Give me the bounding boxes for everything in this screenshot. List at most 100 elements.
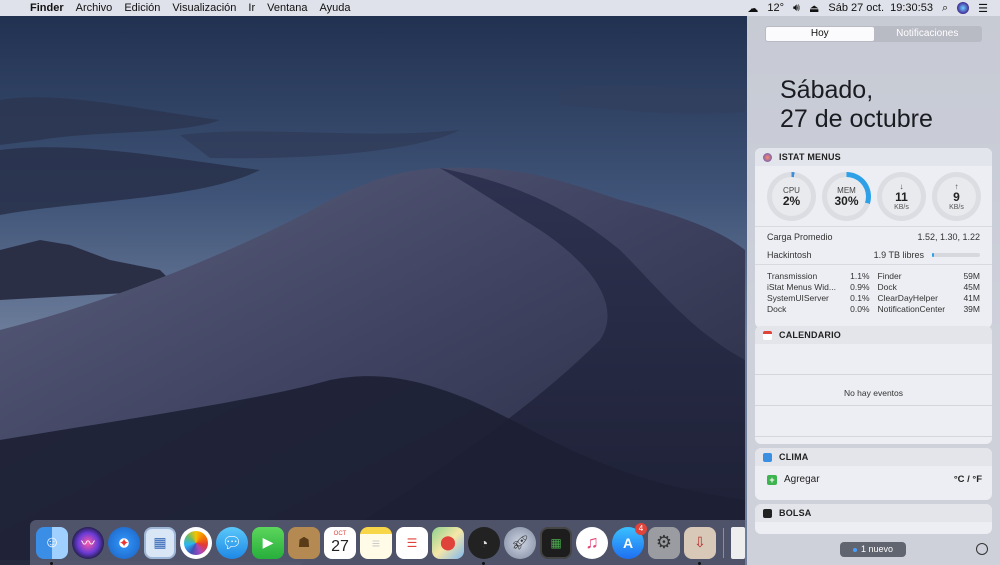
mem-value: 30% <box>834 193 859 208</box>
notification-center-icon[interactable]: ☰ <box>978 2 988 15</box>
dock-app-messages[interactable]: 💬︎ <box>216 526 248 559</box>
dock-app-launchpad[interactable]: 🚀︎ <box>504 526 536 559</box>
siri-wave-icon: 〰 <box>81 534 95 551</box>
menu-ayuda[interactable]: Ayuda <box>314 0 357 16</box>
dock-app-reminders[interactable]: ☰ <box>396 526 428 559</box>
dock-app-finder[interactable]: ☺ <box>36 526 68 565</box>
notification-center-panel: Hoy Notificaciones Sábado, 27 de octubre… <box>747 16 1000 565</box>
calendar-widget[interactable]: CALENDARIO No hay eventos <box>755 326 992 444</box>
photo-icon: ▦ <box>153 534 167 550</box>
flower-icon <box>184 530 208 555</box>
add-label: Agregar <box>784 474 820 485</box>
weather-icon <box>763 452 772 462</box>
package-icon: ⇩ <box>694 534 706 550</box>
date-day-month: 27 de octubre <box>780 105 933 133</box>
dock-app-app-store[interactable]: A4 <box>612 522 647 559</box>
today-date-header: Sábado, 27 de octubre <box>780 76 933 134</box>
list-item: ClearDayHelper 41M <box>877 293 981 303</box>
widget-header: BOLSA <box>755 504 992 522</box>
cpu-value: 2% <box>782 193 801 208</box>
istat-menus-widget[interactable]: ISTAT MENUS CPU 2% MEM 30% ↓ 11 KB/s ↑ 9 KB/s … <box>755 148 992 328</box>
list-item: Dock 0.0% <box>767 304 870 314</box>
menu-ventana[interactable]: Ventana <box>261 0 313 16</box>
add-location-button[interactable]: + Agregar <box>767 474 820 485</box>
widget-title: BOLSA <box>779 508 812 518</box>
compass-icon: ✦ <box>118 535 130 550</box>
list-item: Dock 45M <box>877 282 981 292</box>
temperature-units-toggle[interactable]: °C / °F <box>954 474 982 485</box>
spotlight-search-icon[interactable]: ⌕ <box>942 2 948 15</box>
map-pin-icon: ⬤ <box>440 534 456 550</box>
finder-face-icon: ☺ <box>43 533 61 551</box>
video-camera-icon: ▶ <box>262 534 274 550</box>
weather-widget[interactable]: CLIMA + Agregar °C / °F <box>755 448 992 500</box>
load-value: 1.52, 1.30, 1.22 <box>917 232 980 242</box>
new-widgets-button[interactable]: 1 nuevo <box>840 542 906 557</box>
dock-app-itunes[interactable]: ♫ <box>576 526 608 559</box>
widget-header: ISTAT MENUS <box>755 148 992 166</box>
running-indicator <box>482 561 485 565</box>
menu-edicion[interactable]: Edición <box>118 0 166 16</box>
widget-title: CALENDARIO <box>779 330 841 340</box>
dock-app-safari[interactable]: ✦ <box>108 526 140 559</box>
list-item: iStat Menus Wid... 0.9% <box>767 282 870 292</box>
new-dot-icon <box>852 547 857 552</box>
widget-header: CLIMA <box>755 448 992 466</box>
dock-app-preview[interactable]: ▦ <box>144 526 176 559</box>
dock: ☺ 〰 ✦ ▦ 💬︎ ▶ ☗ OCT 27 ≡ ☰ ⬤ ◔ 🚀︎ ▦ ♫ A4 … <box>30 520 745 565</box>
notification-center-footer: 1 nuevo <box>747 542 1000 565</box>
widget-title: ISTAT MENUS <box>779 152 841 162</box>
menubar-clock[interactable]: Sáb 27 oct. 19:30:53 <box>828 2 933 14</box>
eject-icon[interactable]: ⏏ <box>809 2 819 15</box>
network-upload-gauge: ↑ 9 KB/s <box>932 172 981 221</box>
list-item: Finder 59M <box>877 271 981 281</box>
process-list: Transmission 1.1% iStat Menus Wid... 0.9% … <box>755 271 992 315</box>
calendar-icon <box>763 330 772 340</box>
dock-app-mission-control[interactable]: ▦ <box>540 526 572 559</box>
cpu-gauge: CPU 2% <box>767 172 816 221</box>
windows-grid-icon: ▦ <box>550 535 562 550</box>
app-store-a-icon: A <box>622 534 634 551</box>
dock-item-document[interactable] <box>731 526 745 559</box>
dock-app-activity-monitor[interactable]: ◔ <box>468 526 500 565</box>
plus-icon: + <box>767 474 777 485</box>
edit-widgets-icon[interactable] <box>976 543 988 555</box>
stocks-widget[interactable]: BOLSA <box>755 504 992 534</box>
widget-header: CALENDARIO <box>755 326 992 344</box>
contact-book-icon: ☗ <box>297 534 311 550</box>
new-count-label: 1 nuevo <box>860 544 894 554</box>
temperature-status[interactable]: 12° <box>767 2 784 14</box>
dock-app-photos[interactable] <box>180 526 212 559</box>
gauge-icon: ◔ <box>479 534 489 551</box>
checklist-icon: ☰ <box>406 535 418 550</box>
dock-app-system-preferences[interactable]: ⚙ <box>648 526 680 559</box>
disk-usage-bar <box>932 253 980 257</box>
tab-hoy[interactable]: Hoy <box>766 27 874 41</box>
dock-app-maps[interactable]: ⬤ <box>432 526 464 559</box>
music-note-icon: ♫ <box>585 532 599 552</box>
gear-icon: ⚙ <box>655 532 673 552</box>
disk-value: 1.9 TB libres <box>873 250 924 260</box>
running-indicator <box>698 561 701 565</box>
upload-value: 9 <box>953 189 960 204</box>
dock-app-installer[interactable]: ⇩ <box>684 526 716 565</box>
menu-archivo[interactable]: Archivo <box>70 0 119 16</box>
tab-notificaciones[interactable]: Notificaciones <box>874 27 982 41</box>
chat-bubble-icon: 💬︎ <box>221 534 243 552</box>
dock-separator <box>723 527 724 558</box>
list-item: SystemUIServer 0.1% <box>767 293 870 303</box>
dock-app-contacts[interactable]: ☗ <box>288 526 320 559</box>
widget-title: CLIMA <box>779 452 809 462</box>
running-indicator <box>50 561 53 565</box>
istat-menus-icon <box>763 152 772 162</box>
menu-visualizacion[interactable]: Visualización <box>166 0 242 16</box>
dock-app-notes[interactable]: ≡ <box>360 526 392 559</box>
dock-app-calendar[interactable]: OCT 27 <box>324 526 356 559</box>
menu-ir[interactable]: Ir <box>242 0 261 16</box>
dock-app-siri[interactable]: 〰 <box>72 526 104 559</box>
volume-icon[interactable]: 🔊︎ <box>793 2 800 15</box>
siri-icon[interactable] <box>957 2 970 14</box>
weather-cloud-icon[interactable]: ☁ <box>747 2 758 15</box>
menu-finder[interactable]: Finder <box>24 0 70 16</box>
dock-app-facetime[interactable]: ▶ <box>252 526 284 559</box>
